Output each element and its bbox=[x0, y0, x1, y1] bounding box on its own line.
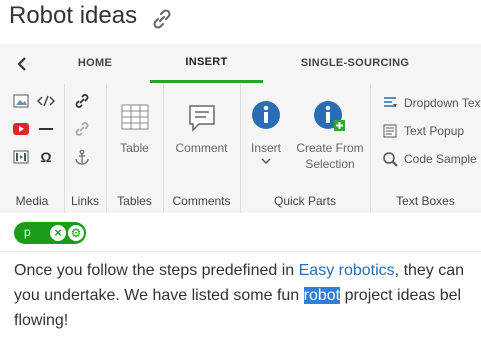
table-icon bbox=[106, 104, 163, 134]
selected-text[interactable]: robot bbox=[303, 287, 341, 304]
text-run: , they can bbox=[394, 262, 465, 279]
back-arrow-icon[interactable] bbox=[10, 52, 34, 76]
comment-icon bbox=[163, 104, 240, 134]
group-quick-parts: Insert Create From Selection Quick Parts bbox=[240, 84, 371, 213]
create-from-selection-button[interactable]: Create From Selection bbox=[292, 100, 368, 172]
insert-ribbon: Ω Media Links Table Tables Comment Comme… bbox=[0, 84, 481, 214]
horizontal-line-icon[interactable] bbox=[37, 120, 55, 138]
paragraph-line: you undertake. We have listed some fun r… bbox=[14, 283, 481, 308]
anchor-icon[interactable] bbox=[73, 148, 91, 166]
create-from-selection-label: Create From Selection bbox=[296, 141, 364, 171]
dropdown-text-icon bbox=[382, 95, 398, 111]
comment-button-label: Comment bbox=[175, 141, 228, 155]
text-popup-label: Text Popup bbox=[404, 124, 465, 138]
element-tag-bar: p × ⚙ bbox=[0, 213, 481, 252]
paragraph-line: Once you follow the steps predefined in … bbox=[14, 258, 481, 283]
code-sample-icon bbox=[382, 151, 398, 167]
code-icon[interactable] bbox=[37, 92, 55, 110]
text-popup-button[interactable]: Text Popup bbox=[382, 121, 464, 141]
group-label-links: Links bbox=[70, 194, 99, 208]
easy-robotics-link[interactable]: Easy robotics bbox=[299, 262, 395, 279]
video-icon[interactable] bbox=[12, 120, 30, 138]
info-add-icon bbox=[292, 100, 368, 132]
special-character-icon[interactable]: Ω bbox=[37, 148, 55, 166]
unlink-icon[interactable] bbox=[73, 120, 91, 138]
code-sample-label: Code Sample bbox=[404, 152, 477, 166]
info-icon bbox=[244, 100, 288, 132]
text-run: project ideas bel bbox=[340, 287, 462, 304]
comment-button[interactable]: Comment bbox=[163, 104, 240, 156]
group-links: Links bbox=[64, 84, 107, 213]
text-run: Once you follow the steps predefined in bbox=[14, 262, 299, 279]
table-button[interactable]: Table bbox=[106, 104, 163, 156]
group-media: Ω Media bbox=[0, 84, 65, 213]
tab-single-sourcing[interactable]: SINGLE-SOURCING bbox=[280, 44, 430, 82]
insert-quick-part-button[interactable]: Insert bbox=[244, 100, 288, 164]
image-icon[interactable] bbox=[12, 92, 30, 110]
text-popup-icon bbox=[382, 123, 398, 139]
title-bar: Robot ideas bbox=[0, 0, 481, 36]
group-label-text-boxes: Text Boxes bbox=[396, 194, 455, 208]
table-button-label: Table bbox=[120, 141, 149, 155]
tab-home[interactable]: HOME bbox=[55, 44, 135, 82]
group-label-comments: Comments bbox=[172, 194, 231, 208]
tag-name: p bbox=[24, 225, 31, 239]
group-tables: Table Tables bbox=[106, 84, 164, 213]
text-run: you undertake. We have listed some fun bbox=[14, 287, 304, 304]
insert-link-icon[interactable] bbox=[73, 92, 91, 110]
paragraph-line: flowing! bbox=[14, 312, 69, 329]
group-label-tables: Tables bbox=[117, 194, 152, 208]
dropdown-text-label: Dropdown Text bbox=[404, 96, 481, 110]
tab-insert[interactable]: INSERT bbox=[150, 44, 263, 83]
page-title: Robot ideas bbox=[9, 2, 138, 29]
link-icon[interactable] bbox=[150, 7, 174, 31]
close-icon[interactable]: × bbox=[50, 225, 66, 241]
ribbon-tabs: HOME INSERT SINGLE-SOURCING bbox=[0, 44, 481, 85]
code-sample-button[interactable]: Code Sample bbox=[382, 149, 477, 169]
element-tag-p[interactable]: p × ⚙ bbox=[14, 222, 86, 244]
group-comments: Comment Comments bbox=[163, 84, 241, 213]
group-label-quick-parts: Quick Parts bbox=[273, 194, 336, 208]
chevron-down-icon bbox=[244, 158, 288, 164]
gear-icon[interactable]: ⚙ bbox=[68, 225, 84, 241]
dropdown-text-button[interactable]: Dropdown Text bbox=[382, 93, 481, 113]
media-file-icon[interactable] bbox=[12, 148, 30, 166]
editor-content[interactable]: Once you follow the steps predefined in … bbox=[14, 258, 481, 333]
group-text-boxes: Dropdown Text Text Popup Code Sample Tex… bbox=[370, 84, 481, 213]
group-label-media: Media bbox=[15, 194, 49, 208]
insert-button-label: Insert bbox=[250, 141, 281, 155]
